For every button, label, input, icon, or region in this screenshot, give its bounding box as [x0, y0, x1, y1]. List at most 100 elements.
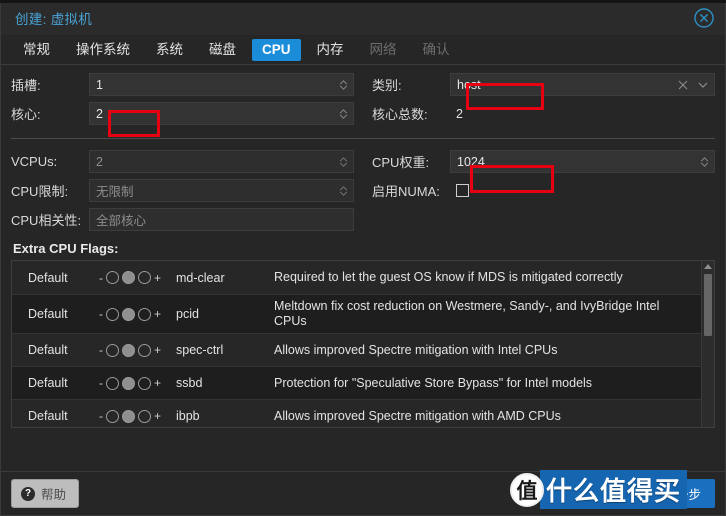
flag-state: Default [28, 307, 68, 321]
flag-option-on[interactable] [137, 409, 151, 423]
minus-sign[interactable]: - [99, 377, 103, 389]
plus-sign[interactable]: + [154, 410, 161, 422]
sockets-stepper[interactable] [337, 74, 349, 95]
flag-option-off[interactable] [105, 343, 119, 357]
plus-sign[interactable]: + [154, 272, 161, 284]
flag-tristate-toggle[interactable]: - + [84, 409, 176, 423]
cores-label: 核心: [11, 107, 41, 122]
flag-option-on[interactable] [137, 307, 151, 321]
flag-option-off[interactable] [105, 271, 119, 284]
help-button-label: 帮助 [41, 488, 67, 502]
enable-numa-label: 启用NUMA: [372, 184, 440, 199]
tab-memory[interactable]: 内存 [307, 39, 354, 61]
minus-sign[interactable]: - [99, 272, 103, 284]
flag-name: ibpb [176, 409, 200, 423]
flag-description: Allows improved Spectre mitigation with … [274, 342, 558, 357]
tab-network: 网络 [369, 41, 397, 57]
help-button[interactable]: ? 帮助 [11, 479, 80, 508]
cores-stepper[interactable] [337, 103, 349, 124]
cpu-limit-input[interactable]: 无限制 [89, 179, 354, 202]
advanced-label[interactable]: 高级 [555, 484, 580, 503]
flag-tristate-toggle[interactable]: - + [84, 271, 176, 284]
minus-sign[interactable]: - [99, 344, 103, 356]
cores-input[interactable]: 2 [89, 102, 354, 125]
dialog-footer: ? 帮助 高级 返回 下一步 [1, 471, 725, 515]
table-row[interactable]: Default - + md-clear Required to let the… [12, 261, 701, 295]
tab-general[interactable]: 常规 [13, 39, 60, 61]
flag-name: spec-ctrl [176, 343, 224, 357]
flag-option-off[interactable] [105, 307, 119, 321]
flag-state: Default [28, 343, 68, 357]
table-row[interactable]: Default - + spec-ctrl Allows improved Sp… [12, 334, 701, 367]
flag-option-default[interactable] [121, 376, 135, 390]
cores-value: 2 [96, 106, 103, 121]
tab-confirm: 确认 [422, 41, 450, 57]
flag-description: Required to let the guest OS know if MDS… [274, 270, 623, 284]
plus-sign[interactable]: + [154, 308, 161, 320]
back-button[interactable]: 返回 [588, 479, 642, 508]
vcpus-stepper[interactable] [337, 151, 349, 172]
flag-option-default[interactable] [121, 271, 135, 284]
flag-state: Default [28, 376, 68, 390]
cpu-units-stepper[interactable] [698, 151, 710, 172]
flag-option-default[interactable] [121, 307, 135, 321]
cpu-limit-value: 无限制 [96, 185, 134, 199]
sockets-value: 1 [96, 77, 103, 92]
flag-tristate-toggle[interactable]: - + [84, 343, 176, 357]
scroll-up-icon[interactable] [702, 261, 714, 272]
next-button[interactable]: 下一步 [649, 479, 715, 508]
cpu-limit-stepper[interactable] [337, 180, 349, 201]
plus-sign[interactable]: + [154, 377, 161, 389]
flag-state: Default [28, 409, 68, 423]
flag-option-on[interactable] [137, 271, 151, 284]
flag-option-on[interactable] [137, 343, 151, 357]
flag-tristate-toggle[interactable]: - + [84, 376, 176, 390]
flag-description: Meltdown fix cost reduction on Westmere,… [274, 299, 660, 328]
minus-sign[interactable]: - [99, 410, 103, 422]
clear-x-icon[interactable] [678, 80, 688, 90]
cpu-type-combobox[interactable]: host [450, 73, 715, 96]
cpu-settings-panel: 插槽: 1 类别: host 核心: 2 核心总数: 2 VCPUs: 2 CP… [1, 65, 725, 471]
flag-option-default[interactable] [121, 409, 135, 423]
scrollbar-thumb[interactable] [704, 274, 712, 336]
chevron-down-icon[interactable] [698, 82, 708, 88]
flag-description: Allows improved Spectre mitigation with … [274, 408, 561, 423]
flag-name: pcid [176, 307, 199, 321]
flag-option-off[interactable] [105, 409, 119, 423]
sockets-label: 插槽: [11, 78, 41, 93]
sockets-input[interactable]: 1 [89, 73, 354, 96]
tab-disk[interactable]: 磁盘 [199, 39, 246, 61]
top-edge-strip [0, 0, 726, 3]
table-row[interactable]: Default - + pcid Meltdown fix cost reduc… [12, 295, 701, 334]
flag-option-off[interactable] [105, 376, 119, 390]
flag-name: md-clear [176, 270, 225, 285]
cpu-form-grid: 插槽: 1 类别: host 核心: 2 核心总数: 2 VCPUs: 2 CP… [11, 73, 715, 231]
flag-option-default[interactable] [121, 343, 135, 357]
vcpus-input[interactable]: 2 [89, 150, 354, 173]
tab-system[interactable]: 系统 [146, 39, 193, 61]
total-cores-label: 核心总数: [372, 107, 428, 122]
cpu-affinity-label: CPU相关性: [11, 213, 82, 228]
cpu-affinity-input[interactable]: 全部核心 [89, 208, 354, 231]
extra-cpu-flags-table: Default - + md-clear Required to let the… [11, 260, 715, 428]
plus-sign[interactable]: + [154, 344, 161, 356]
cpu-units-input[interactable]: 1024 [450, 150, 715, 173]
extra-cpu-flags-list: Default - + md-clear Required to let the… [12, 261, 701, 427]
cpu-type-label: 类别: [372, 78, 402, 93]
tab-os[interactable]: 操作系统 [66, 39, 140, 61]
cpu-type-value: host [457, 77, 481, 92]
vcpus-label: VCPUs: [11, 154, 58, 169]
minus-sign[interactable]: - [99, 308, 103, 320]
question-mark-icon: ? [21, 486, 35, 501]
table-row[interactable]: Default - + ssbd Protection for "Specula… [12, 367, 701, 400]
flag-tristate-toggle[interactable]: - + [84, 307, 176, 321]
enable-numa-checkbox[interactable] [456, 184, 469, 197]
flags-scrollbar[interactable] [701, 261, 714, 427]
cpu-limit-label: CPU限制: [11, 184, 69, 199]
flag-option-on[interactable] [137, 376, 151, 390]
cpu-units-value: 1024 [457, 154, 485, 169]
table-row[interactable]: Default - + ibpb Allows improved Spectre… [12, 400, 701, 427]
tab-cpu[interactable]: CPU [252, 38, 301, 61]
close-icon[interactable] [693, 7, 715, 29]
footer-actions: 高级 返回 下一步 [555, 472, 715, 515]
